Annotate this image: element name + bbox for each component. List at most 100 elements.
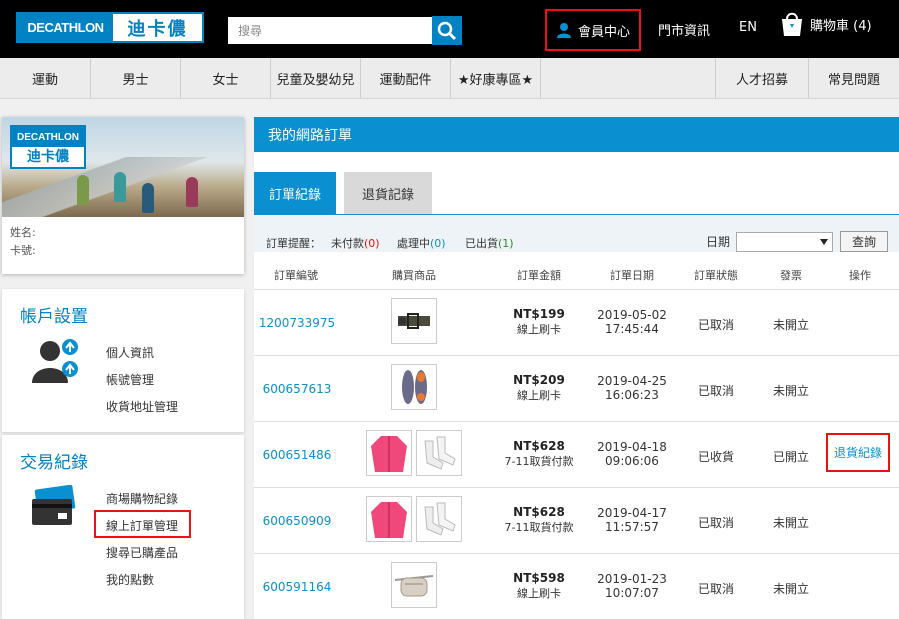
profile-logo: DECATHLON 迪卡儂 — [10, 125, 86, 169]
category-women[interactable]: 女士 — [181, 58, 271, 98]
category-sports[interactable]: 運動 — [0, 58, 91, 98]
return-record-link[interactable]: 退貨紀錄 — [826, 433, 891, 472]
invoice-status: 未開立 — [772, 516, 810, 530]
belt-icon — [398, 313, 430, 329]
table-row: 600651486 NT$628 7-11取貨付款 2019-04-18 09:… — [254, 422, 899, 488]
order-date: 2019-04-17 — [597, 506, 667, 520]
nav-careers[interactable]: 人才招募 — [715, 58, 808, 98]
order-number-link[interactable]: 600591164 — [263, 580, 332, 594]
order-number-link[interactable]: 1200733975 — [259, 316, 335, 330]
card-number-label: 卡號: — [10, 244, 36, 257]
shopping-bag-icon — [782, 12, 802, 36]
processing-filter[interactable]: 處理中(0) — [397, 235, 446, 251]
insoles-icon — [402, 370, 427, 404]
order-status: 已收貨 — [697, 450, 735, 464]
search-purchased-link[interactable]: 搜尋已購產品 — [106, 544, 178, 561]
col-amount: 訂單金額 — [517, 269, 561, 282]
search-input[interactable] — [228, 17, 432, 44]
account-management-link[interactable]: 帳號管理 — [106, 371, 154, 388]
decathlon-logo[interactable]: DECATHLON 迪卡儂 — [16, 12, 204, 43]
product-thumbnail-jacket[interactable] — [366, 430, 412, 476]
unpaid-label: 未付款 — [331, 237, 364, 250]
waist-pack-icon — [394, 575, 434, 597]
col-date: 訂單日期 — [610, 269, 654, 282]
invoice-status: 未開立 — [772, 318, 810, 332]
invoice-status: 未開立 — [772, 384, 810, 398]
payment-method: 線上刷卡 — [516, 587, 561, 600]
top-header: DECATHLON 迪卡儂 會員中心 門市資訊 EN 購物車 (4) — [0, 0, 899, 58]
order-number-link[interactable]: 600650909 — [263, 514, 332, 528]
category-men[interactable]: 男士 — [91, 58, 181, 98]
profile-card: DECATHLON 迪卡儂 姓名: 卡號: — [2, 117, 244, 274]
profile-logo-en: DECATHLON — [12, 127, 84, 147]
invoice-status: 已開立 — [772, 450, 810, 464]
order-status: 已取消 — [697, 318, 735, 332]
date-select[interactable] — [736, 232, 833, 252]
product-thumbnail-waist-pack[interactable] — [391, 562, 437, 608]
product-thumbnail-jacket[interactable] — [366, 496, 412, 542]
credit-card-icon — [32, 485, 76, 525]
unpaid-filter[interactable]: 未付款(0) — [331, 235, 380, 251]
payment-method: 線上刷卡 — [516, 389, 561, 402]
online-orders-highlight — [94, 510, 191, 538]
category-nav: 運動 男士 女士 兒童及嬰幼兒 運動配件 ★好康專區★ 人才招募 常見問題 — [0, 58, 899, 99]
nav-faq[interactable]: 常見問題 — [808, 58, 899, 98]
cart-link[interactable]: 購物車 (4) — [778, 10, 872, 38]
shipped-count: (1) — [498, 237, 514, 250]
logo-text-zh: 迪卡儂 — [127, 18, 188, 40]
personal-info-link[interactable]: 個人資訊 — [106, 344, 154, 361]
my-points-link[interactable]: 我的點數 — [106, 571, 154, 588]
order-time: 16:06:23 — [605, 388, 659, 402]
order-status: 已取消 — [697, 384, 735, 398]
product-thumbnail-socks[interactable] — [416, 496, 462, 542]
table-row: 600657613 NT$209 線上刷卡 2019-04-25 16:06:2… — [254, 356, 899, 422]
category-deals[interactable]: ★好康專區★ — [451, 58, 541, 98]
order-time: 10:07:07 — [605, 586, 659, 600]
category-accessories[interactable]: 運動配件 — [361, 58, 451, 98]
shipped-label: 已出貨 — [465, 237, 498, 250]
order-date: 2019-05-02 — [597, 308, 667, 322]
order-number-link[interactable]: 600651486 — [263, 448, 332, 462]
tab-return-records[interactable]: 退貨記錄 — [344, 172, 432, 214]
search-button[interactable] — [432, 16, 462, 45]
store-info-link[interactable]: 門市資訊 — [658, 20, 710, 39]
processing-label: 處理中 — [397, 237, 430, 250]
order-number-link[interactable]: 600657613 — [263, 382, 332, 396]
table-row: 600650909 NT$628 7-11取貨付款 2019-04-17 11:… — [254, 488, 899, 554]
processing-count: (0) — [430, 237, 446, 250]
store-purchase-history-link[interactable]: 商場購物紀錄 — [106, 490, 178, 507]
table-row: 600591164 NT$598 線上刷卡 2019-01-23 10:07:0… — [254, 554, 899, 619]
order-date: 2019-01-23 — [597, 572, 667, 586]
name-label: 姓名: — [10, 226, 36, 239]
account-settings-title: 帳戶設置 — [20, 307, 88, 327]
product-thumbnail-belt[interactable] — [391, 298, 437, 344]
transaction-history-title: 交易紀錄 — [20, 453, 88, 473]
col-products: 購買商品 — [392, 269, 436, 282]
product-thumbnail-socks[interactable] — [416, 430, 462, 476]
order-status: 已取消 — [697, 582, 735, 596]
language-switch[interactable]: EN — [739, 20, 757, 35]
category-kids[interactable]: 兒童及嬰幼兒 — [271, 58, 361, 98]
cart-label: 購物車 (4) — [810, 18, 872, 34]
order-filter-bar: 訂單提醒： 未付款(0) 處理中(0) 已出貨(1) 日期 查詢 — [254, 216, 899, 252]
account-settings-panel: 帳戶設置 個人資訊 帳號管理 收貨地址管理 — [2, 289, 244, 432]
order-amount: NT$209 — [513, 373, 565, 387]
shipped-filter[interactable]: 已出貨(1) — [465, 235, 514, 251]
product-thumbnail-insoles[interactable] — [391, 364, 437, 410]
address-management-link[interactable]: 收貨地址管理 — [106, 398, 178, 415]
logo-text-en: DECATHLON — [18, 14, 113, 41]
invoice-status: 未開立 — [772, 582, 810, 596]
member-center-link[interactable]: 會員中心 — [545, 9, 641, 51]
order-amount: NT$199 — [513, 307, 565, 321]
tab-order-records[interactable]: 訂單紀錄 — [254, 172, 336, 214]
col-status: 訂單狀態 — [694, 269, 738, 282]
payment-method: 線上刷卡 — [516, 323, 561, 336]
transaction-history-panel: 交易紀錄 商場購物紀錄 線上訂單管理 搜尋已購產品 我的點數 — [2, 435, 244, 619]
socks-icon — [424, 436, 456, 470]
orders-main: 我的網路訂單 訂單紀錄 退貨記錄 訂單提醒： 未付款(0) 處理中(0) 已出貨… — [254, 117, 899, 619]
order-time: 17:45:44 — [605, 322, 659, 336]
dropdown-arrow-icon — [820, 239, 828, 245]
order-date: 2019-04-18 — [597, 440, 667, 454]
orders-tabs: 訂單紀錄 退貨記錄 — [254, 152, 899, 215]
query-button[interactable]: 查詢 — [840, 231, 888, 252]
